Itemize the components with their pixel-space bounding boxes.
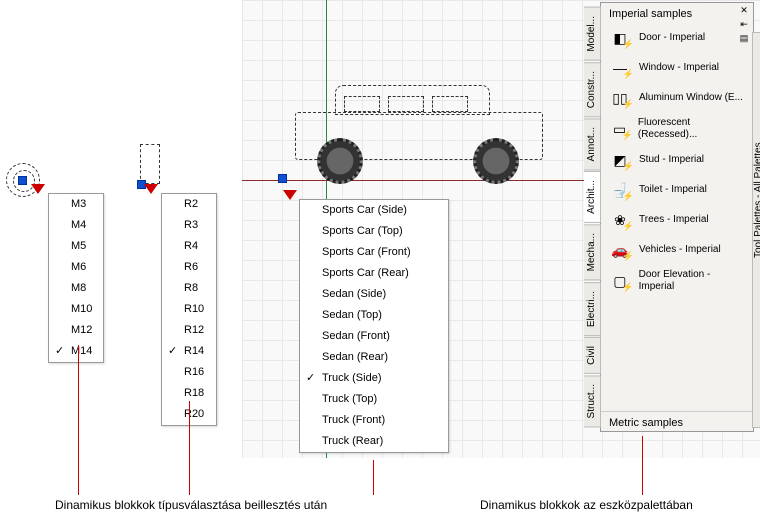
palette-tab[interactable]: Struct... [584, 375, 601, 427]
callout-line [642, 436, 643, 495]
dropdown-item[interactable]: Sports Car (Top) [300, 221, 448, 242]
palette-tabs[interactable]: Model...Constr...Annot...Archit...Mecha.… [584, 7, 601, 427]
callout-line [78, 345, 79, 495]
callout-line [373, 460, 374, 495]
dropdown-item[interactable]: R16 [162, 362, 216, 383]
vehicle-icon: 🚗⚡ [607, 239, 633, 261]
alum-window-icon: ▯▯⚡ [607, 87, 633, 109]
dropdown-item[interactable]: Sedan (Top) [300, 305, 448, 326]
palette-tab[interactable]: Electri... [584, 282, 601, 336]
palette-item[interactable]: ❀⚡ Trees - Imperial [601, 205, 753, 235]
dropdown-item[interactable]: M8 [49, 278, 103, 299]
dropdown-item[interactable]: R6 [162, 257, 216, 278]
door-icon: ◧⚡ [607, 27, 633, 49]
palette-tab[interactable]: Constr... [584, 62, 601, 117]
dropdown-item[interactable]: Sports Car (Side) [300, 200, 448, 221]
window-icon: —⚡ [607, 57, 633, 79]
palette-group-heading: Imperial samples [601, 3, 753, 22]
light-icon: ▭⚡ [607, 118, 632, 140]
dropdown-item[interactable]: R12 [162, 320, 216, 341]
callout-line [189, 401, 190, 495]
palette-tab[interactable]: Annot... [584, 118, 601, 170]
palette-items[interactable]: ◧⚡ Door - Imperial —⚡ Window - Imperial ▯▯⚡ A… [601, 23, 753, 411]
vehicle-wheel [317, 138, 363, 184]
palette-item-label: Stud - Imperial [639, 154, 704, 166]
dropdown-item[interactable]: R8 [162, 278, 216, 299]
dropdown-item[interactable]: Truck (Rear) [300, 431, 448, 452]
vehicle-window [432, 96, 468, 112]
dynamic-lookup-grip[interactable] [31, 184, 45, 194]
dropdown-item[interactable]: R2 [162, 194, 216, 215]
dynamic-lookup-grip[interactable] [283, 190, 297, 200]
close-icon[interactable]: ✕ [737, 5, 751, 17]
dropdown-item[interactable]: M3 [49, 194, 103, 215]
grip-handle[interactable] [18, 176, 27, 185]
stud-icon: ◩⚡ [607, 149, 633, 171]
dropdown-item[interactable]: R10 [162, 299, 216, 320]
grip-handle[interactable] [278, 174, 287, 183]
vehicle-cab [335, 85, 490, 115]
dropdown-item[interactable]: M12 [49, 320, 103, 341]
palette-item[interactable]: 🚽⚡ Toilet - Imperial [601, 175, 753, 205]
dropdown-item[interactable]: M10 [49, 299, 103, 320]
palette-item[interactable]: ▢⚡ Door Elevation - Imperial [601, 265, 753, 297]
palette-tab[interactable]: Civil [584, 337, 601, 374]
palette-item-label: Toilet - Imperial [639, 184, 707, 196]
palette-item-label: Door Elevation - Imperial [639, 269, 747, 293]
palette-item-label: Window - Imperial [639, 62, 719, 74]
dropdown-item[interactable]: Truck (Side) [300, 368, 448, 389]
dropdown-item[interactable]: M4 [49, 215, 103, 236]
dynamic-lookup-grip[interactable] [144, 184, 158, 194]
palette-item[interactable]: ▭⚡ Fluorescent (Recessed)... [601, 113, 753, 145]
dropdown-item[interactable]: Truck (Front) [300, 410, 448, 431]
dropdown-item[interactable]: M6 [49, 257, 103, 278]
tree-icon: ❀⚡ [607, 209, 633, 231]
r-size-dropdown[interactable]: R2R3R4R6R8R10R12R14R16R18R20 [161, 193, 217, 426]
dropdown-item[interactable]: R3 [162, 215, 216, 236]
palette-group-heading: Metric samples [601, 411, 753, 431]
palette-item[interactable]: 🚗⚡ Vehicles - Imperial [601, 235, 753, 265]
palette-tab[interactable]: Model... [584, 7, 601, 61]
dropdown-item[interactable]: M5 [49, 236, 103, 257]
palette-item-label: Fluorescent (Recessed)... [638, 117, 747, 141]
vehicle-wheel [473, 138, 519, 184]
dropdown-item[interactable]: Sedan (Front) [300, 326, 448, 347]
dropdown-item[interactable]: R4 [162, 236, 216, 257]
door-elev-icon: ▢⚡ [607, 270, 633, 292]
caption-left: Dinamikus blokkok típusválasztása beille… [55, 498, 327, 512]
vehicle-window [388, 96, 424, 112]
palette-item[interactable]: —⚡ Window - Imperial [601, 53, 753, 83]
caption-right: Dinamikus blokkok az eszközpalettában [480, 498, 693, 512]
screw-block-preview [140, 144, 160, 184]
toilet-icon: 🚽⚡ [607, 179, 633, 201]
palette-item[interactable]: ◩⚡ Stud - Imperial [601, 145, 753, 175]
dropdown-item[interactable]: M14 [49, 341, 103, 362]
palette-item[interactable]: ▯▯⚡ Aluminum Window (E... [601, 83, 753, 113]
palette-item-label: Door - Imperial [639, 32, 705, 44]
palette-item[interactable]: ◧⚡ Door - Imperial [601, 23, 753, 53]
palette-item-label: Trees - Imperial [639, 214, 709, 226]
dropdown-item[interactable]: Sports Car (Front) [300, 242, 448, 263]
palette-item-label: Aluminum Window (E... [639, 92, 743, 104]
vehicle-block[interactable] [285, 80, 555, 182]
dropdown-item[interactable]: Truck (Top) [300, 389, 448, 410]
dropdown-item[interactable]: Sedan (Side) [300, 284, 448, 305]
palette-tab[interactable]: Mecha... [584, 224, 601, 280]
vehicle-type-dropdown[interactable]: Sports Car (Side)Sports Car (Top)Sports … [299, 199, 449, 453]
dropdown-item[interactable]: Sedan (Rear) [300, 347, 448, 368]
palette-item-label: Vehicles - Imperial [639, 244, 721, 256]
m-size-dropdown[interactable]: M3M4M5M6M8M10M12M14 [48, 193, 104, 363]
dropdown-item[interactable]: R14 [162, 341, 216, 362]
palette-title-bar[interactable]: Tool Palettes - All Palettes [752, 32, 760, 428]
vehicle-window [344, 96, 380, 112]
dropdown-item[interactable]: Sports Car (Rear) [300, 263, 448, 284]
tool-palette[interactable]: Model...Constr...Annot...Archit...Mecha.… [600, 2, 754, 432]
palette-tab[interactable]: Archit... [584, 171, 601, 223]
